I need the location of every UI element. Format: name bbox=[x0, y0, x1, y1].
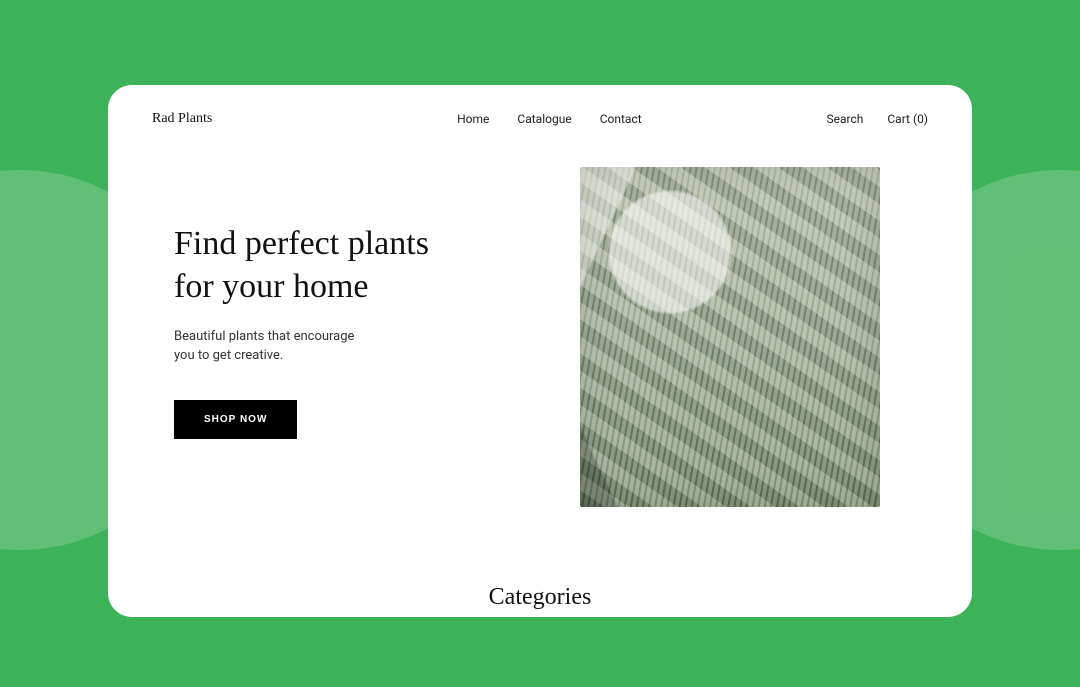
hero-sub-line1: Beautiful plants that encourage bbox=[174, 329, 354, 344]
shop-now-button[interactable]: SHOP NOW bbox=[174, 400, 297, 439]
nav-center: Home Catalogue Contact bbox=[272, 112, 826, 126]
nav-right: Search Cart (0) bbox=[826, 112, 928, 126]
hero-title-line1: Find perfect plants bbox=[174, 225, 429, 262]
hero-image bbox=[580, 167, 880, 507]
hero-copy: Find perfect plants for your home Beauti… bbox=[152, 167, 540, 572]
search-link[interactable]: Search bbox=[826, 112, 863, 126]
categories-heading: Categories bbox=[152, 572, 928, 617]
cart-link[interactable]: Cart (0) bbox=[887, 112, 928, 126]
hero-image-wrap bbox=[540, 167, 928, 572]
hero-section: Find perfect plants for your home Beauti… bbox=[152, 167, 928, 572]
top-nav: Rad Plants Home Catalogue Contact Search… bbox=[152, 111, 928, 127]
hero-sub-line2: you to get creative. bbox=[174, 348, 283, 363]
brand-logo[interactable]: Rad Plants bbox=[152, 111, 212, 127]
hero-title-line2: for your home bbox=[174, 268, 369, 305]
nav-link-contact[interactable]: Contact bbox=[600, 112, 642, 126]
nav-link-home[interactable]: Home bbox=[457, 112, 489, 126]
hero-title: Find perfect plants for your home bbox=[174, 223, 540, 308]
hero-subtitle: Beautiful plants that encourage you to g… bbox=[174, 328, 414, 366]
nav-link-catalogue[interactable]: Catalogue bbox=[517, 112, 571, 126]
page-card: Rad Plants Home Catalogue Contact Search… bbox=[108, 85, 972, 617]
